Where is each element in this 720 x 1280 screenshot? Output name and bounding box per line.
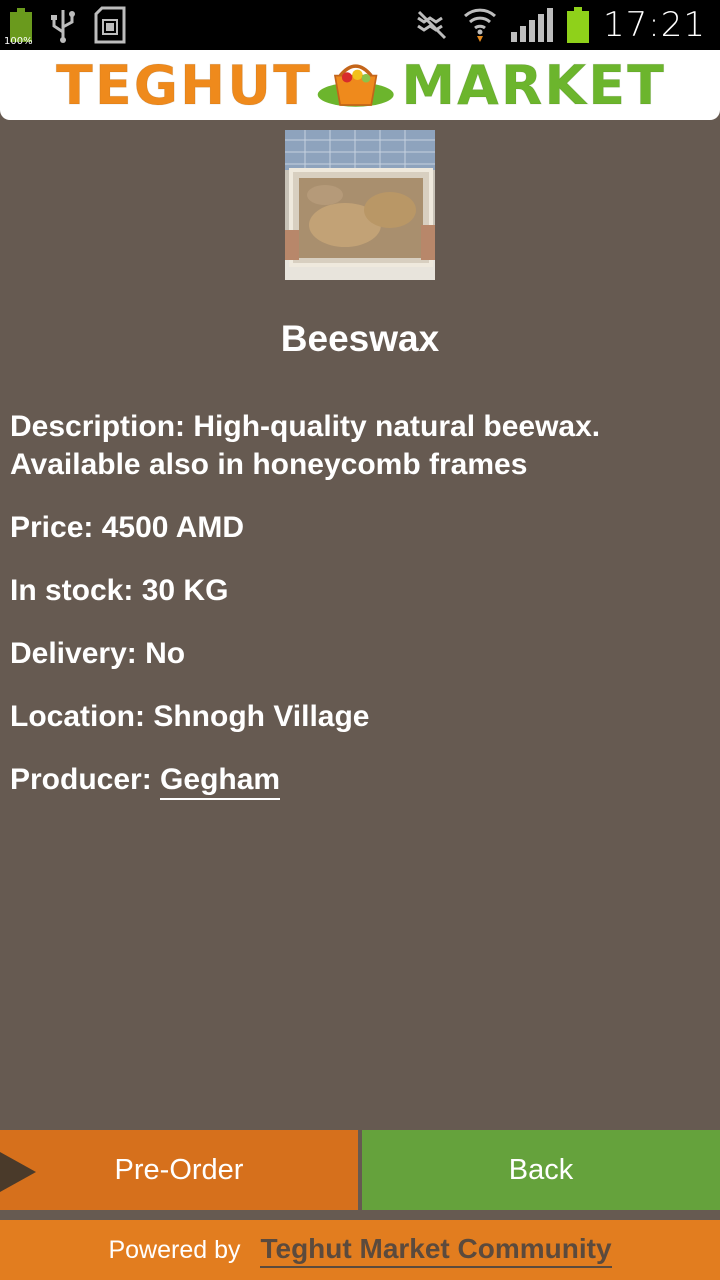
mute-icon: [417, 10, 447, 40]
basket-icon: [317, 64, 394, 107]
description-label: Description:: [10, 410, 186, 443]
play-arrow-icon: [0, 1152, 36, 1192]
footer: Powered by Teghut Market Community: [0, 1220, 720, 1280]
pre-order-button[interactable]: Pre-Order: [0, 1130, 358, 1210]
location-value: Shnogh Village: [153, 700, 370, 733]
clock: 17:21: [603, 5, 706, 45]
producer-link[interactable]: Gegham: [160, 763, 281, 800]
app-header: TEGHUT MARKET: [0, 50, 720, 120]
delivery-label: Delivery:: [10, 637, 137, 670]
stock-value: 30 KG: [141, 574, 229, 607]
usb-icon: [51, 10, 75, 43]
back-label: Back: [508, 1153, 574, 1186]
producer-label: Producer:: [10, 763, 152, 796]
price-label: Price:: [10, 511, 94, 544]
pre-order-label: Pre-Order: [114, 1153, 244, 1186]
product-producer: Producer: Gegham: [10, 761, 700, 800]
battery-charging-icon: [567, 7, 590, 43]
product-delivery: Delivery: No: [10, 635, 700, 673]
teghut-market-logo[interactable]: TEGHUT MARKET: [56, 56, 666, 116]
product-description: Description: High-quality natural beewax…: [10, 408, 700, 484]
product-title: Beeswax: [280, 318, 440, 359]
sd-card-icon: [94, 6, 126, 44]
price-value: 4500 AMD: [101, 511, 245, 544]
back-button[interactable]: Back: [362, 1130, 720, 1210]
product-stock: In stock: 30 KG: [10, 572, 700, 610]
powered-by-text: Powered by: [108, 1235, 241, 1264]
location-label: Location:: [10, 700, 145, 733]
product-image[interactable]: [285, 130, 435, 280]
product-price: Price: 4500 AMD: [10, 509, 700, 547]
logo-word-market: MARKET: [401, 54, 666, 117]
battery-percent: 100%: [4, 36, 33, 47]
stock-label: In stock:: [10, 574, 134, 607]
logo-word-teghut: TEGHUT: [56, 54, 312, 117]
signal-icon: [511, 8, 554, 42]
product-location: Location: Shnogh Village: [10, 698, 700, 736]
status-bar: 100% 17:21: [0, 0, 720, 50]
wifi-icon: [463, 8, 497, 42]
delivery-value: No: [145, 637, 186, 670]
community-link[interactable]: Teghut Market Community: [260, 1233, 612, 1268]
battery-icon: 100%: [4, 8, 33, 47]
